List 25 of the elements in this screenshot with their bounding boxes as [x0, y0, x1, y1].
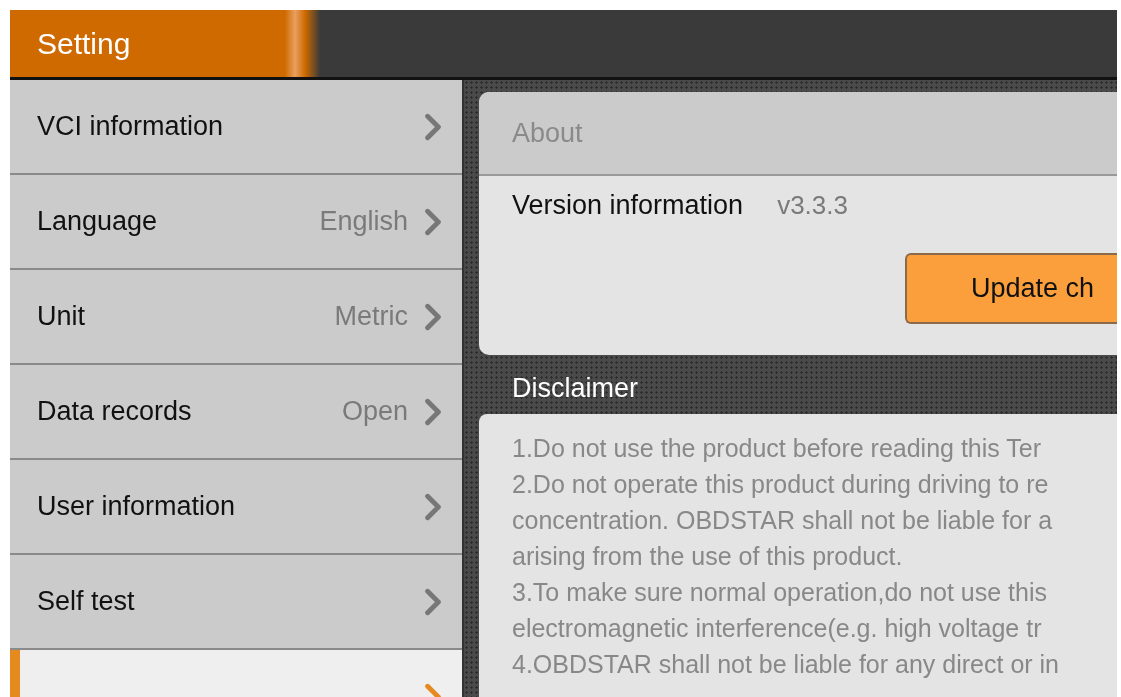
section-title: About — [512, 117, 583, 149]
screen-title: Setting — [37, 26, 131, 61]
disclaimer-text: 3.To make sure normal operation,do not use this — [512, 577, 1049, 608]
disclaimer-text: arising from the use of this product. — [512, 541, 904, 572]
menu-item[interactable]: VCI information — [10, 80, 462, 175]
menu-item[interactable]: Data records Open — [10, 365, 462, 460]
disclaimer-text: 1.Do not use the product before reading this Ter — [512, 433, 1043, 464]
section-title: Disclaimer — [511, 372, 639, 405]
disclaimer-text: electromagnetic interference(e.g. high voltage tr — [512, 613, 1043, 644]
disclaimer-text: 4.OBDSTAR shall not be liable for any direct or in — [512, 649, 1060, 680]
chevron-icon — [424, 492, 442, 521]
chevron-icon — [424, 112, 442, 141]
version-label: Version information — [512, 190, 744, 221]
menu-item[interactable]: Self test — [10, 555, 462, 650]
chevron-icon — [424, 397, 442, 426]
menu-item[interactable]: Unit Metric — [10, 270, 462, 365]
chevron-icon — [424, 207, 442, 236]
chevron-icon — [424, 587, 442, 616]
menu-item[interactable]: Language English — [10, 175, 462, 270]
chevron-icon — [424, 302, 442, 331]
disclaimer-text: 2.Do not operate this product during driving to re — [512, 469, 1050, 500]
update-button[interactable]: Update ch — [905, 253, 1117, 324]
version-value: v3.3.3 — [777, 190, 848, 221]
disclaimer-text: concentration. OBDSTAR shall not be liable for a — [512, 505, 1054, 536]
menu-item[interactable]: User information — [10, 460, 462, 555]
